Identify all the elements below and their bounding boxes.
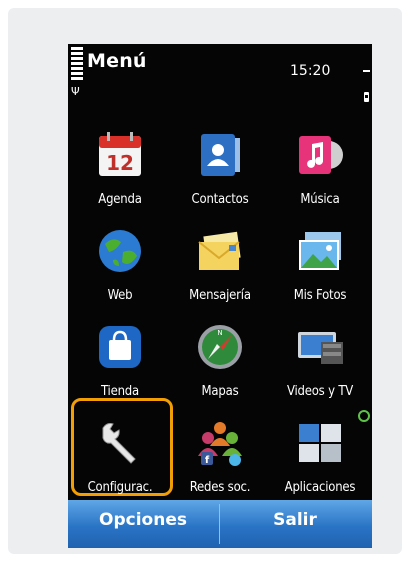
wrench-icon	[102, 423, 136, 464]
app-label: Web	[107, 288, 133, 303]
screenshot-frame: Ψ Menú 15:20 12 Agenda Contactos Música …	[8, 8, 402, 554]
app-label: Mis Fotos	[293, 288, 347, 303]
softkey-bar: Opciones Salir	[68, 500, 372, 548]
app-agenda[interactable]: 12 Agenda	[70, 122, 170, 218]
app-label: Agenda	[98, 192, 142, 207]
app-label: Videos y TV	[286, 384, 354, 399]
app-label: Configurac.	[87, 480, 153, 495]
photos-icon	[299, 232, 341, 270]
svg-text:N: N	[217, 329, 222, 337]
tv-icon	[298, 332, 343, 364]
calendar-date: 12	[106, 151, 134, 175]
app-videos-tv[interactable]: Videos y TV	[270, 314, 370, 410]
app-aplicaciones[interactable]: Aplicaciones	[270, 410, 370, 506]
menu-title: Menú	[87, 50, 147, 72]
contacts-icon	[201, 134, 240, 176]
options-softkey[interactable]: Opciones	[68, 510, 218, 530]
phone-screen: Ψ Menú 15:20 12 Agenda Contactos Música …	[68, 44, 372, 548]
app-tienda[interactable]: Tienda	[70, 314, 170, 410]
clock: 15:20	[290, 63, 331, 79]
app-label: Contactos	[191, 192, 249, 207]
app-mapas[interactable]: N Mapas	[170, 314, 270, 410]
app-label: Mapas	[201, 384, 239, 399]
envelope-icon	[198, 231, 241, 270]
app-musica[interactable]: Música	[270, 122, 370, 218]
antenna-icon: Ψ	[71, 85, 80, 98]
app-mis-fotos[interactable]: Mis Fotos	[270, 218, 370, 314]
exit-softkey[interactable]: Salir	[220, 510, 370, 530]
app-redes-soc[interactable]: f Redes soc.	[170, 410, 270, 506]
app-configurac[interactable]: Configurac.	[70, 410, 170, 506]
app-label: Mensajería	[189, 288, 251, 303]
social-networks-icon: f	[198, 422, 242, 466]
notification-dot-icon	[358, 410, 370, 422]
battery-icon	[364, 92, 369, 102]
signal-strength-icon	[71, 47, 83, 82]
globe-icon	[99, 230, 141, 272]
battery-level-line	[363, 70, 370, 72]
app-contactos[interactable]: Contactos	[170, 122, 270, 218]
app-web[interactable]: Web	[70, 218, 170, 314]
compass-icon: N	[198, 325, 242, 369]
app-label: Tienda	[101, 384, 139, 399]
app-label: Música	[300, 192, 340, 207]
store-bag-icon	[99, 326, 141, 368]
music-icon	[299, 136, 343, 174]
app-mensajeria[interactable]: Mensajería	[170, 218, 270, 314]
svg-text:f: f	[205, 455, 210, 466]
applications-folder-icon	[299, 424, 341, 462]
app-label: Redes soc.	[189, 480, 251, 495]
app-label: Aplicaciones	[284, 480, 356, 495]
calendar-icon: 12	[99, 132, 141, 176]
